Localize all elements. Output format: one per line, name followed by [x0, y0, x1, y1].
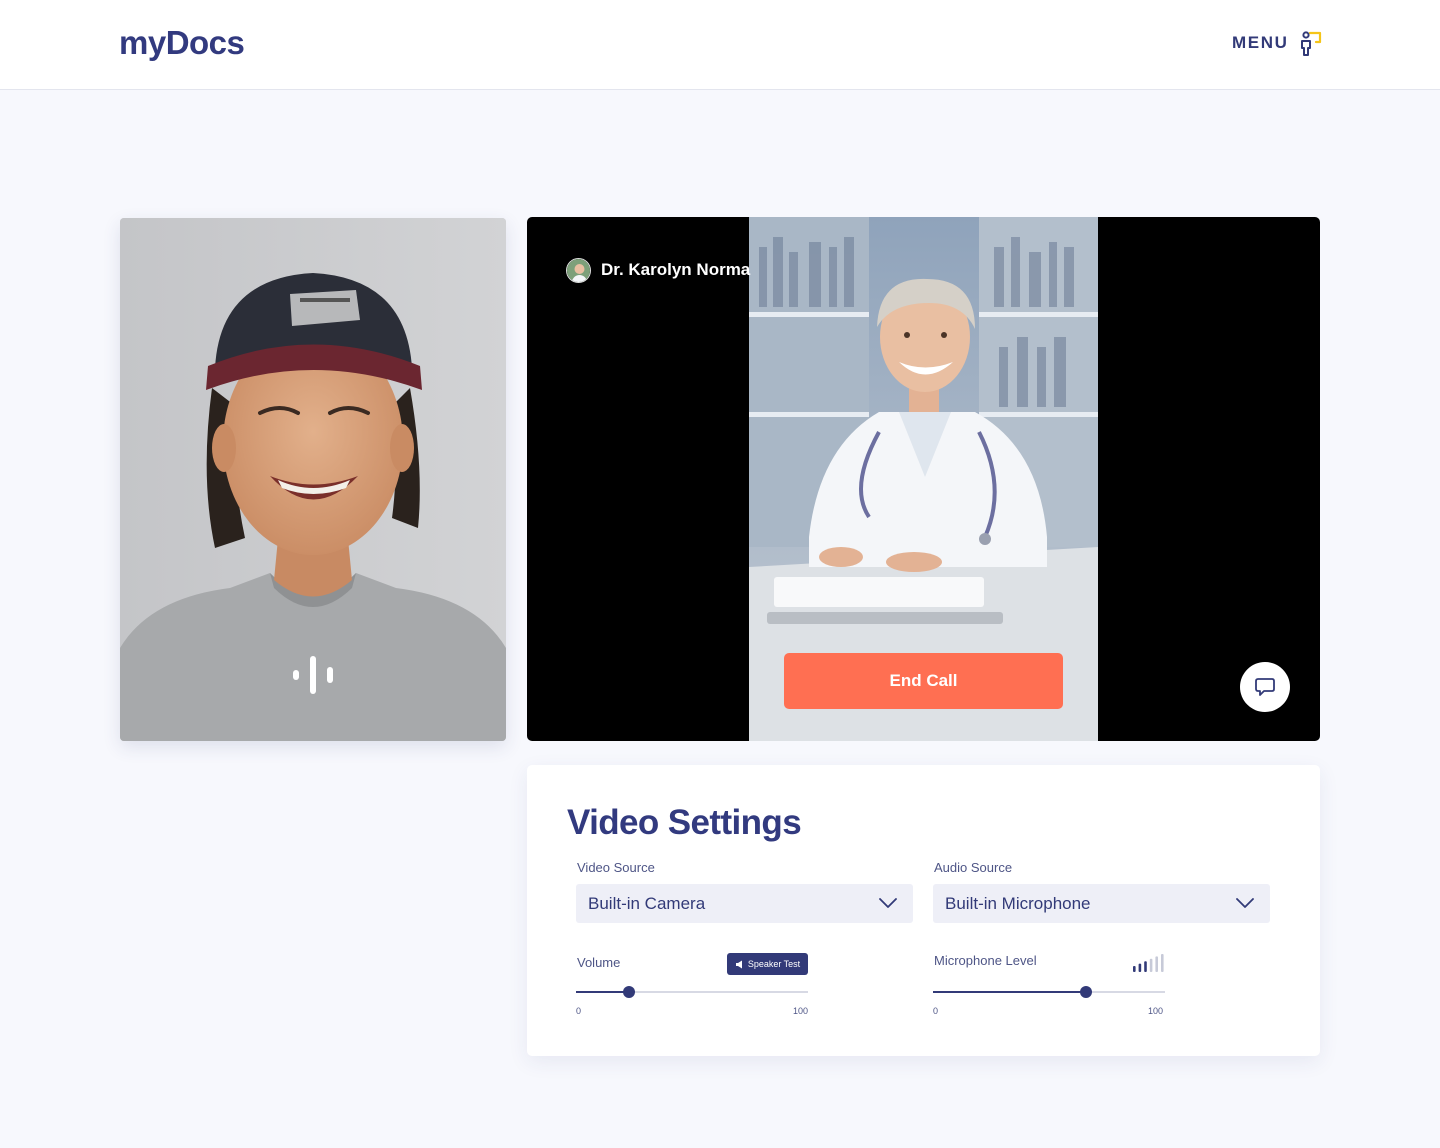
volume-max-label: 100: [793, 1006, 809, 1016]
audio-source-value: Built-in Microphone: [945, 893, 1091, 913]
chat-bubble-icon: [1255, 678, 1275, 696]
app-logo[interactable]: myDocs: [119, 24, 245, 62]
video-settings-panel: Video Settings Video Source Built-in Cam…: [527, 765, 1320, 1056]
mic-slider-fill: [933, 991, 1087, 993]
settings-title: Video Settings: [567, 803, 802, 842]
end-call-button[interactable]: End Call: [784, 653, 1063, 709]
remote-participant-label: Dr. Karolyn Norma: [566, 257, 750, 283]
video-source-select[interactable]: Built-in Camera: [576, 884, 913, 923]
audio-activity-icon: [293, 656, 333, 694]
doctor-avatar: [566, 257, 591, 283]
mic-level-bar: [1155, 956, 1158, 972]
mic-level-bar: [1149, 958, 1153, 972]
volume-min-label: 0: [576, 1006, 582, 1016]
chevron-down-icon: [1236, 898, 1254, 908]
mic-level-bar: [1133, 966, 1136, 972]
chat-button[interactable]: [1240, 662, 1290, 712]
audio-source-label: Audio Source: [934, 860, 1013, 875]
video-source-value: Built-in Camera: [588, 893, 706, 913]
video-source-label: Video Source: [577, 860, 655, 875]
volume-slider[interactable]: [576, 982, 808, 1002]
remote-video-tile: Dr. Karolyn Norma End Call: [527, 217, 1320, 741]
mic-min-label: 0: [933, 1006, 939, 1016]
volume-slider-fill: [576, 991, 630, 993]
person-frame-icon: [1301, 31, 1322, 56]
doctor-name: Dr. Karolyn Norma: [601, 260, 751, 279]
mic-max-label: 100: [1148, 1006, 1164, 1016]
speaker-test-button[interactable]: Speaker Test: [727, 953, 808, 975]
mic-level-slider[interactable]: [933, 982, 1165, 1002]
speaker-test-label: Speaker Test: [747, 959, 801, 969]
speaker-icon: [735, 960, 742, 968]
mic-slider-thumb[interactable]: [1080, 986, 1093, 998]
mic-level-label: Microphone Level: [934, 953, 1037, 968]
mic-level-bar: [1161, 954, 1164, 972]
chevron-down-icon: [879, 898, 897, 908]
mic-level-bar: [1144, 961, 1147, 972]
mic-level-bar: [1138, 963, 1142, 972]
audio-source-select[interactable]: Built-in Microphone: [933, 884, 1270, 923]
volume-slider-thumb[interactable]: [623, 986, 636, 998]
mic-level-bars-icon: [1133, 954, 1164, 972]
menu-label: MENU: [1232, 33, 1289, 52]
volume-label: Volume: [577, 955, 621, 970]
menu-button[interactable]: MENU: [1232, 29, 1324, 57]
top-header: myDocs MENU: [0, 0, 1440, 90]
